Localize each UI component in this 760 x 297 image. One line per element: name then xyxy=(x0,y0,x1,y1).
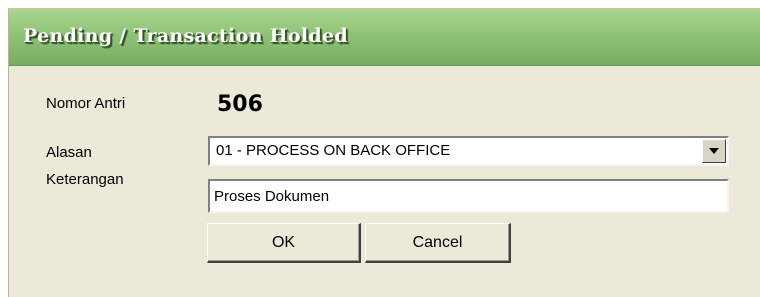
title-bar[interactable]: Pending / Transaction Holded xyxy=(9,9,760,66)
pending-dialog: Pending / Transaction Holded Nomor Antri… xyxy=(8,8,760,297)
ok-button[interactable]: OK xyxy=(207,223,361,263)
reason-label: Alasan xyxy=(46,144,92,161)
reason-select[interactable]: 01 - PROCESS ON BACK OFFICE xyxy=(208,136,729,166)
queue-number-value: 506 xyxy=(217,92,263,117)
reason-dropdown-button[interactable] xyxy=(702,139,726,163)
note-input[interactable] xyxy=(214,185,714,207)
chevron-down-icon xyxy=(709,148,719,154)
note-label: Keterangan xyxy=(46,171,124,188)
queue-number-label: Nomor Antri xyxy=(46,95,126,112)
dialog-title: Pending / Transaction Holded xyxy=(23,25,348,47)
note-field[interactable] xyxy=(208,179,729,213)
cancel-button[interactable]: Cancel xyxy=(365,223,511,263)
reason-select-value: 01 - PROCESS ON BACK OFFICE xyxy=(216,142,451,159)
